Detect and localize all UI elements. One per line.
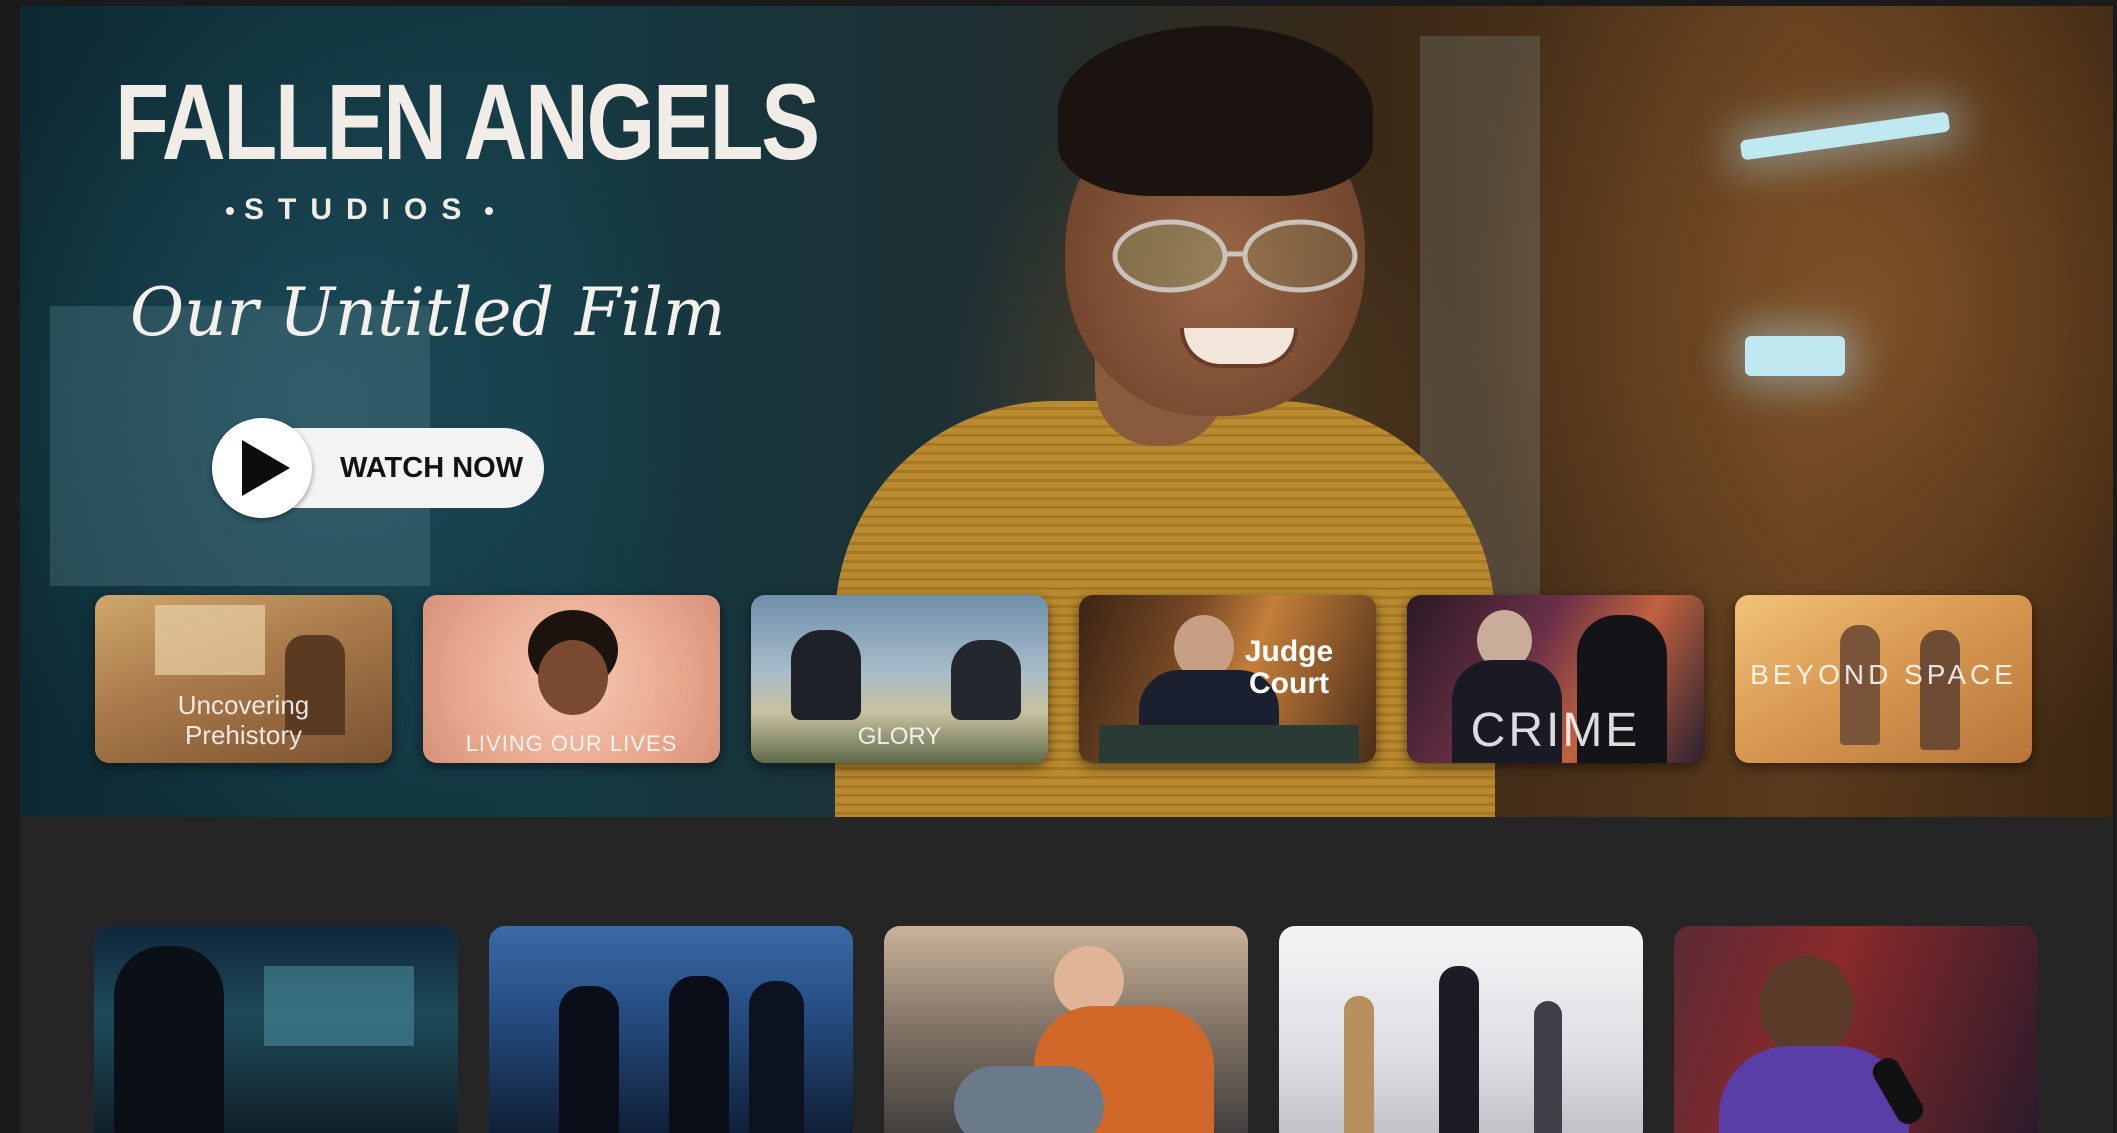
tile-title: BEYOND SPACE [1750, 659, 2017, 690]
studio-logo-subtitle-text: STUDIOS [244, 193, 476, 226]
tile-title-line2: Court [1249, 667, 1329, 700]
tile-title-line2: Prehistory [184, 720, 303, 750]
monitor-glow [264, 966, 414, 1046]
studio-logo-subtitle: STUDIOS [216, 193, 503, 227]
featured-tile-glory[interactable]: GLORY [751, 595, 1048, 763]
watch-now-label: WATCH NOW [340, 452, 524, 484]
patient-figure [954, 1066, 1104, 1133]
play-icon[interactable] [212, 418, 312, 518]
ceiling-light-strip [1739, 111, 1951, 161]
featured-tile-prehistory[interactable]: Uncovering Prehistory [95, 595, 392, 763]
row2-tile-ambulance[interactable] [884, 926, 1248, 1133]
ruins-shape [155, 605, 265, 675]
tile-title: GLORY [857, 723, 942, 750]
app-frame: FALLEN ANGELS STUDIOS Our Untitled Film … [20, 6, 2113, 1133]
soldier-figure-1 [559, 986, 619, 1133]
judge-desk [1099, 725, 1359, 763]
row2-tile-tactical[interactable] [489, 926, 853, 1133]
featured-tile-living-our-lives[interactable]: LIVING OUR LIVES [423, 595, 720, 763]
featured-tile-judge-court[interactable]: Judge Court [1079, 595, 1376, 763]
row2-tile-dance[interactable] [1279, 926, 1643, 1133]
dancer-center [1439, 966, 1479, 1133]
ceiling-lamp [1745, 336, 1845, 376]
player-figure-left [791, 630, 861, 720]
studio-logo-title: FALLEN ANGELS [115, 61, 820, 182]
row2-tile-podcast[interactable] [1674, 926, 2038, 1133]
dancer-right [1534, 1001, 1562, 1133]
tile-title: LIVING OUR LIVES [465, 731, 678, 756]
featured-tile-beyond-space[interactable]: BEYOND SPACE [1735, 595, 2032, 763]
hero-person-hair [1058, 26, 1373, 196]
hero-person-glasses [1112, 219, 1358, 293]
tile-title-line1: Judge [1244, 635, 1334, 668]
film-title: Our Untitled Film [130, 274, 726, 351]
row2-tile-hacker[interactable] [94, 926, 458, 1133]
host-face [1759, 956, 1854, 1056]
soldier-figure-2 [669, 976, 729, 1133]
tile-title: CRIME [1470, 704, 1641, 757]
dancer-left [1344, 996, 1374, 1133]
hooded-figure [114, 946, 224, 1133]
hero-banner: FALLEN ANGELS STUDIOS Our Untitled Film … [20, 6, 2113, 817]
player-figure-right [951, 640, 1021, 720]
logo-dot-right [485, 207, 494, 216]
tile-title-line1: Uncovering [177, 690, 310, 720]
logo-dot-left [226, 207, 234, 216]
featured-tile-crime[interactable]: CRIME [1407, 595, 1704, 763]
watch-now-button[interactable]: WATCH NOW [212, 418, 544, 518]
soldier-figure-3 [749, 981, 804, 1133]
woman-face [538, 640, 608, 715]
